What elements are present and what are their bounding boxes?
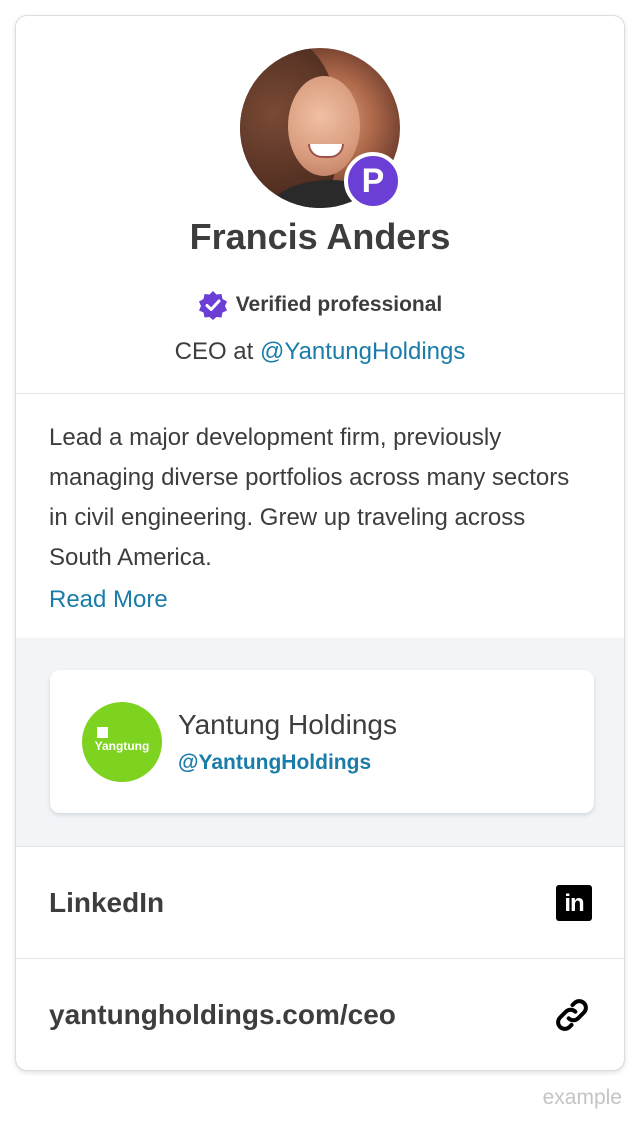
profile-name: Francis Anders — [189, 216, 451, 257]
verified-label: Verified professional — [235, 293, 443, 316]
bio-text: Lead a major development firm, previousl… — [49, 424, 570, 571]
link-row-website[interactable]: yantungholdings.com/ceo — [16, 959, 624, 1070]
linkedin-icon[interactable]: in — [556, 884, 592, 921]
link-icon[interactable] — [552, 995, 592, 1035]
link-label-linkedin: LinkedIn — [49, 886, 165, 918]
avatar-face — [288, 76, 360, 176]
company-logo-square — [97, 726, 108, 738]
professional-badge-icon: P — [344, 152, 402, 210]
verified-status: Verified professional — [16, 290, 624, 320]
company-section: Yangtung Yantung Holdings @YantungHoldin… — [16, 638, 624, 847]
company-logo: Yangtung — [82, 701, 162, 782]
bio-section: Lead a major development firm, previousl… — [16, 394, 624, 638]
profile-role: CEO at @YantungHoldings — [16, 338, 624, 366]
link-row-linkedin[interactable]: LinkedIn in — [16, 847, 624, 959]
company-logo-text: Yangtung — [94, 738, 150, 753]
company-handle-link[interactable]: @YantungHoldings — [260, 338, 465, 365]
avatar-container[interactable]: P — [240, 48, 402, 210]
company-handle[interactable]: @YantungHoldings — [178, 751, 397, 775]
profile-header: P Francis Anders Verified professional C… — [16, 16, 624, 394]
example-watermark: example — [542, 1086, 622, 1109]
role-prefix: CEO at — [174, 338, 260, 365]
verified-check-icon — [198, 291, 227, 320]
company-card[interactable]: Yangtung Yantung Holdings @YantungHoldin… — [50, 670, 594, 813]
company-name: Yantung Holdings — [178, 708, 397, 740]
company-info: Yantung Holdings @YantungHoldings — [178, 709, 397, 775]
link-label-website: yantungholdings.com/ceo — [49, 999, 396, 1030]
read-more-link[interactable]: Read More — [49, 580, 168, 620]
profile-card: P Francis Anders Verified professional C… — [15, 15, 625, 1071]
